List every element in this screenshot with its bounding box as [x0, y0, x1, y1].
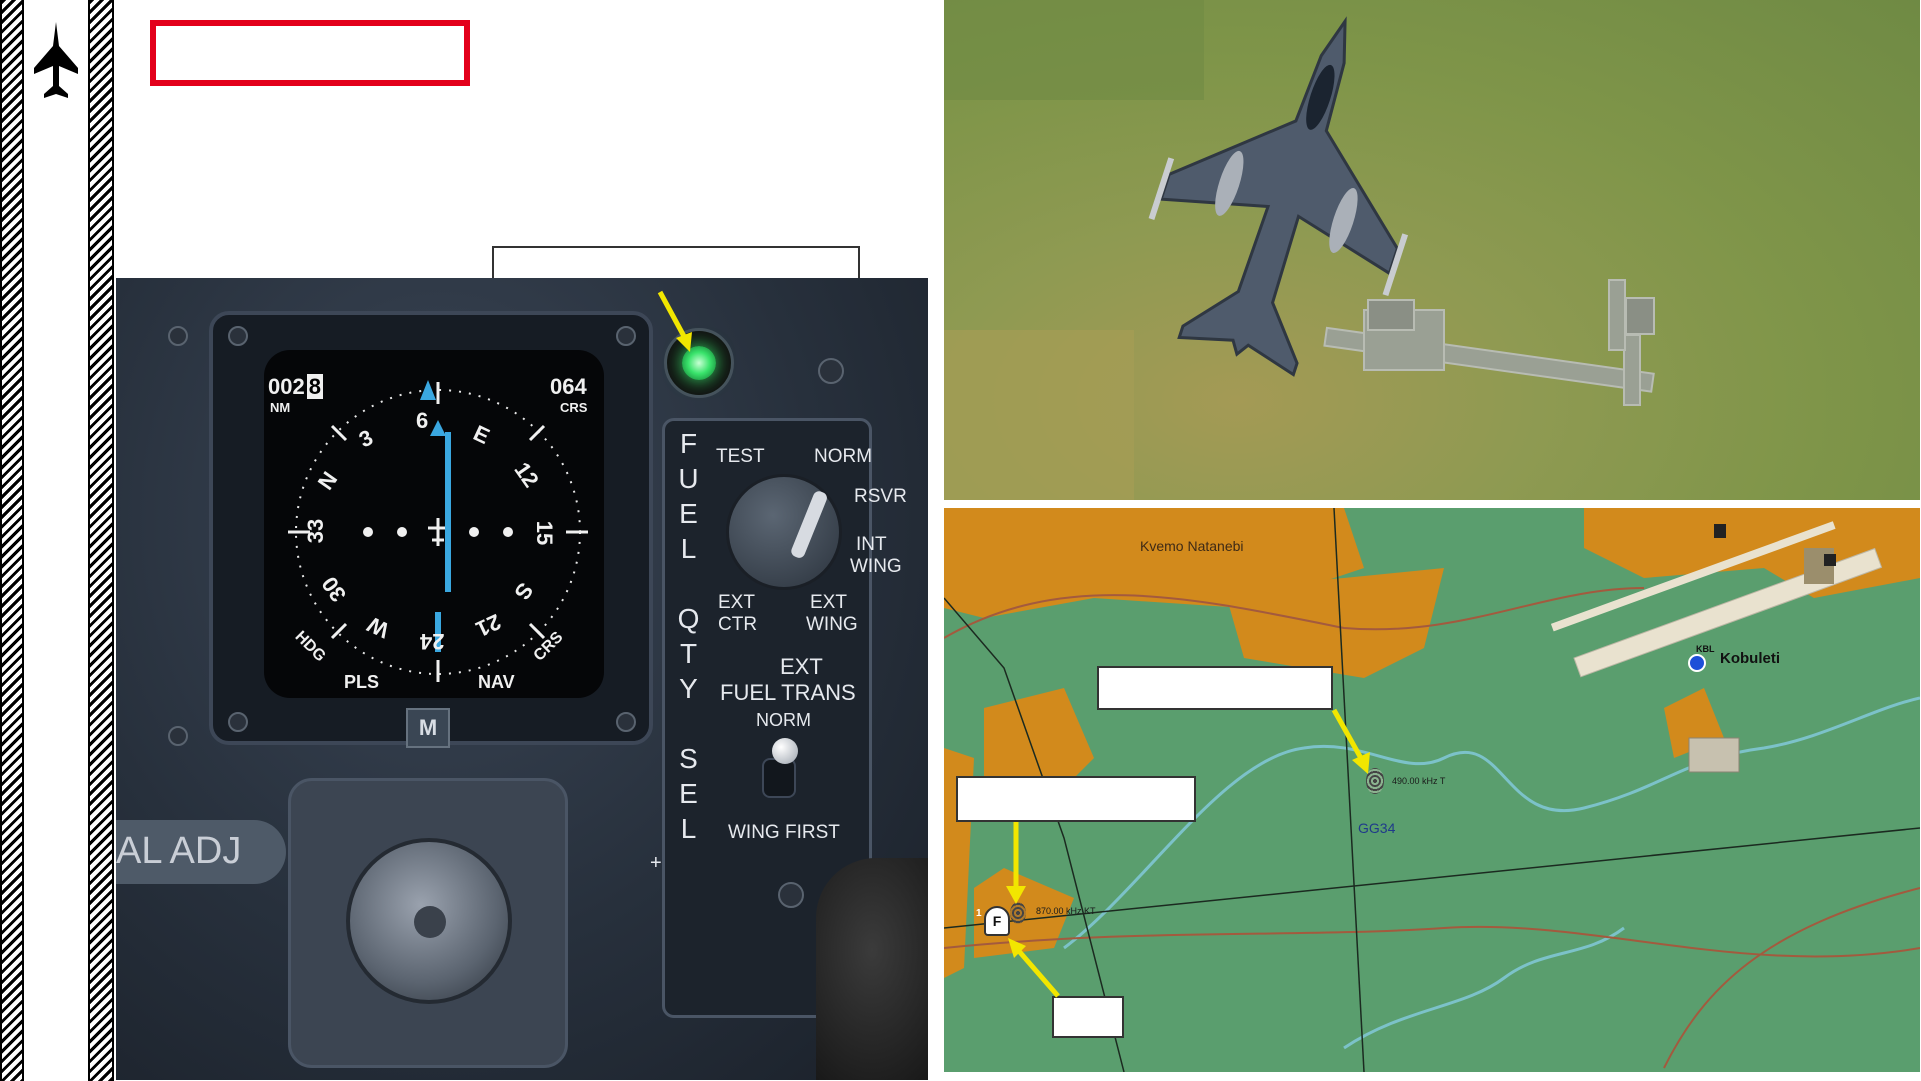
hsi-distance: 002 8: [268, 374, 323, 399]
hsi-mode-button[interactable]: M: [406, 708, 450, 748]
ext-fuel-trans-switch[interactable]: [760, 738, 800, 798]
fuel-rsvr-label: RSVR: [854, 486, 907, 507]
map-marker-letter: F: [992, 913, 1002, 929]
ext-fuel-trans-line1: EXT: [780, 654, 823, 679]
map-marker-number: 1: [976, 908, 982, 919]
map-marker-icon[interactable]: F: [984, 906, 1010, 936]
screw-icon: [818, 358, 844, 384]
fuel-qty-sel-knob[interactable]: [726, 474, 842, 590]
fuel-int-wing-label-1: INT: [856, 534, 887, 555]
lower-knob-center: [414, 906, 446, 938]
fuel-ext-ctr-label-1: EXT: [718, 592, 755, 613]
highlight-frame: [150, 20, 470, 86]
callout-arrow: [1004, 822, 1028, 906]
ext-fuel-trans-line2: FUEL TRANS: [720, 680, 856, 705]
hsi-distance-unit: NM: [270, 400, 291, 415]
callout-arrow: [1004, 936, 1064, 1000]
fuel-ext-ctr-label-2: CTR: [718, 614, 758, 635]
fuel-qty-sel-title: FUEL QTY SEL: [673, 428, 704, 848]
callout-box-beacon1: [1097, 666, 1333, 710]
hsi-course: 064: [550, 374, 587, 399]
compass-label-15: 15: [532, 520, 558, 546]
cockpit-panel: 002 8 NM 064 CRS N 3 6 E 12 15 S 21 24 W …: [116, 278, 928, 1080]
dark-glove: [816, 858, 928, 1080]
fuel-ext-wing-label-1: EXT: [810, 592, 847, 613]
hsi-pls-label: PLS: [344, 672, 380, 692]
compass-label-24: 24: [420, 629, 445, 654]
fuel-test-label: TEST: [716, 446, 765, 467]
callout-box-beacon2: [956, 776, 1196, 822]
hsi-distance-cursor: 8: [306, 374, 323, 399]
knob-pointer: [789, 489, 829, 560]
switch-lever: [772, 738, 798, 764]
beacon1-freq: 490.00 kHz T: [1392, 776, 1446, 786]
al-adj-label: AL ADJ: [116, 830, 242, 872]
jet-silhouette-icon: [30, 20, 82, 104]
callout-arrow: [1328, 708, 1378, 778]
right-rail-hatch: [88, 0, 114, 1081]
fuel-int-wing-label-2: WING: [850, 556, 902, 577]
compass-label-6: 6: [416, 408, 429, 433]
hsi-course-unit: CRS: [560, 400, 588, 415]
fuel-ext-wing-label-2: WING: [806, 614, 858, 635]
f10-map: Kvemo Natanebi KBL Kobuleti 490.00 kHz T…: [944, 508, 1920, 1072]
airbase-icon: [1688, 654, 1706, 672]
map-town-label: Kvemo Natanebi: [1140, 538, 1244, 554]
ext-fuel-trans-norm: NORM: [756, 710, 811, 730]
aerial-photo: [944, 0, 1920, 500]
screw-icon: [778, 882, 804, 908]
hsi-nav-label: NAV: [478, 672, 515, 692]
beacon2-freq: 870.00 kHz KT: [1036, 906, 1096, 916]
fuel-norm-label: NORM: [814, 446, 873, 467]
airbase-code: KBL: [1696, 644, 1715, 654]
plus-mark: +: [650, 852, 662, 874]
callout-arrow: [650, 290, 700, 354]
switch-base: [762, 758, 796, 798]
compass-label-33: 33: [303, 518, 329, 544]
ext-fuel-trans-wing-first: WING FIRST: [728, 822, 840, 843]
callout-box-marker: [1052, 996, 1124, 1038]
photo-map-divider: [944, 500, 1921, 508]
left-rail-divider: [24, 0, 88, 1081]
left-rail-hatch: [0, 0, 24, 1081]
airbase-label: Kobuleti: [1720, 650, 1780, 667]
beacon1-id: GG34: [1358, 820, 1396, 836]
